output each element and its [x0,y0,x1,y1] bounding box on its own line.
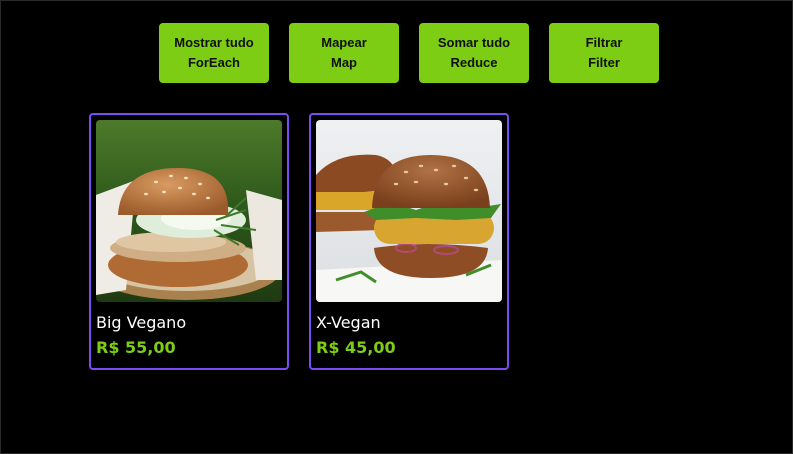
filter-button[interactable]: Filtrar Filter [549,23,659,83]
product-name: Big Vegano [96,313,187,332]
action-buttons: Mostrar tudo ForEach Mapear Map Somar tu… [159,23,659,83]
reduce-button-sublabel: Reduce [450,55,498,70]
foreach-button[interactable]: Mostrar tudo ForEach [159,23,269,83]
product-card: Big Vegano R$ 55,00 [89,113,289,370]
foreach-button-sublabel: ForEach [187,55,240,70]
burger-image [316,120,502,302]
reduce-button-label: Somar tudo [437,35,511,50]
burger-image [96,120,282,302]
product-price: R$ 45,00 [316,338,396,357]
product-price: R$ 55,00 [96,338,176,357]
filter-button-label: Filtrar [585,35,623,50]
product-list: Big Vegano R$ 55,00 X-Vegan R$ 45,00 [89,113,509,370]
product-card: X-Vegan R$ 45,00 [309,113,509,370]
map-button-label: Mapear [321,35,367,50]
map-button[interactable]: Mapear Map [289,23,399,83]
reduce-button[interactable]: Somar tudo Reduce [419,23,529,83]
product-name: X-Vegan [316,313,381,332]
map-button-sublabel: Map [331,55,357,70]
foreach-button-label: Mostrar tudo [174,35,254,50]
filter-button-sublabel: Filter [588,55,620,70]
